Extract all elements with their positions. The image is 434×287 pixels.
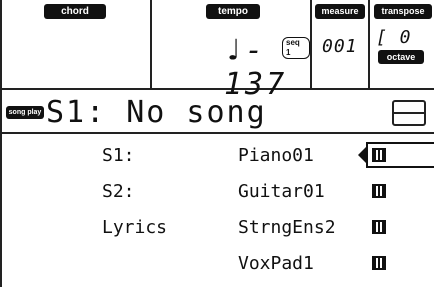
track-row[interactable]: VoxPad1 [2,246,434,282]
keyboard-icon [372,256,386,270]
tempo-source-badge: seq 1 [282,37,310,59]
track-row[interactable]: S2: Guitar01 [2,174,434,210]
track-label: S1: [102,145,135,166]
tempo-label: tempo [206,4,260,19]
keyboard-icon [372,184,386,198]
transpose-label: transpose [374,4,432,19]
track-sound[interactable]: VoxPad1 [238,246,314,282]
track-sound[interactable]: Piano01 [238,138,314,174]
track-list: S1: Piano01 S2: Guitar01 Lyrics StrngEns… [2,136,434,287]
chord-label: chord [44,4,106,19]
transpose-panel[interactable]: transpose [ 0 octave [370,0,434,90]
track-sound[interactable]: StrngEns2 [238,210,336,246]
octave-label: octave [378,50,424,64]
keyboard-icon [372,148,386,162]
song-select-button[interactable] [392,100,426,126]
track-sound[interactable]: Guitar01 [238,174,325,210]
song-title[interactable]: S1: No song [46,95,267,131]
track-label: Lyrics [102,217,168,238]
measure-label: measure [315,4,365,19]
transpose-value: [ 0 [376,27,412,48]
keyboard-icon [372,220,386,234]
track-row[interactable]: Lyrics StrngEns2 [2,210,434,246]
measure-value: 001 [322,36,358,57]
chord-panel[interactable]: chord [2,0,152,90]
song-play-mode-tag: song play [6,106,44,119]
status-row: chord tempo ♩- 137 seq 1 measure 001 tra… [2,0,434,102]
track-label: S2: [102,181,135,202]
song-bar: song play S1: No song [2,92,434,134]
tempo-panel[interactable]: tempo ♩- 137 seq 1 [152,0,312,102]
measure-panel[interactable]: measure 001 [312,0,370,90]
track-row[interactable]: S1: Piano01 [2,138,434,174]
